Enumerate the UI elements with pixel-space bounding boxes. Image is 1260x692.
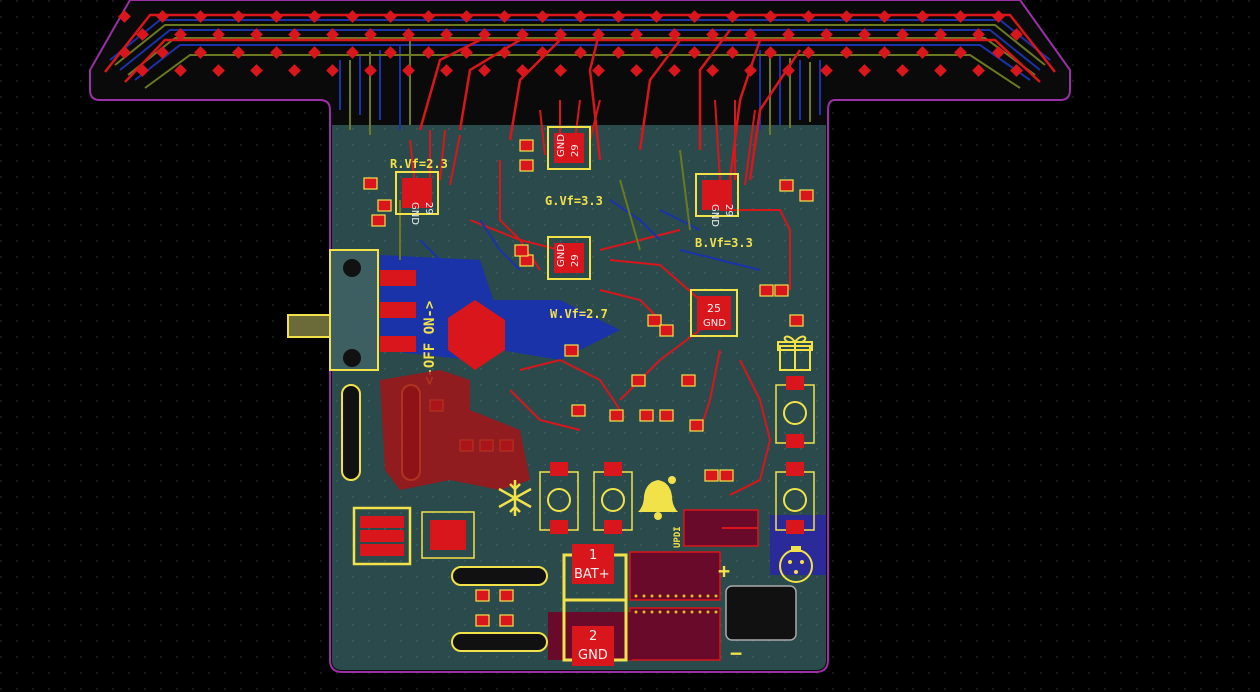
smd-pad xyxy=(609,409,624,422)
smd-pad xyxy=(774,284,789,297)
minus-label: − xyxy=(730,641,742,665)
smd-pad xyxy=(475,589,490,602)
chip-u-mcu[interactable]: 25 GND xyxy=(690,289,738,337)
smd-pad xyxy=(704,469,719,482)
battery-pad2-name: GND xyxy=(578,648,608,663)
chip-pin-count: 29 xyxy=(423,202,434,215)
smd-pad xyxy=(681,374,696,387)
smd-pad xyxy=(519,254,534,267)
smd-pad xyxy=(689,419,704,432)
smd-pad xyxy=(514,244,529,257)
smd-pad xyxy=(659,409,674,422)
smd-pad xyxy=(519,159,534,172)
smd-pad xyxy=(363,177,378,190)
smd-pad xyxy=(759,284,774,297)
chip-pin-count: 29 xyxy=(570,254,581,267)
smd-pad xyxy=(377,199,392,212)
smd-pad xyxy=(719,469,734,482)
updi-label: UPDI xyxy=(673,526,683,548)
label-white-vf: W.Vf=2.7 xyxy=(550,307,608,321)
chip-pin-label: GND xyxy=(709,204,720,227)
chip-u-green[interactable]: GND 29 xyxy=(547,126,591,170)
chip-u-white[interactable]: GND 29 xyxy=(547,236,591,280)
battery-pad1-number: 1 xyxy=(589,548,597,563)
label-blue-vf: B.Vf=3.3 xyxy=(695,236,753,250)
battery-pad1-name: BAT+ xyxy=(574,567,610,582)
label-green-vf: G.Vf=3.3 xyxy=(545,194,603,208)
smd-pad xyxy=(779,179,794,192)
plus-label: + xyxy=(718,559,730,583)
smd-pad xyxy=(564,344,579,357)
chip-pin-label: GND xyxy=(556,244,567,267)
smd-pad xyxy=(475,614,490,627)
smd-pad xyxy=(789,314,804,327)
chip-pin-label: GND xyxy=(409,202,420,225)
chip-pin-count: 29 xyxy=(570,144,581,157)
battery-pad2-number: 2 xyxy=(589,629,597,644)
chip-pin-label: GND xyxy=(703,318,726,329)
smd-pad xyxy=(639,409,654,422)
smd-pad xyxy=(571,404,586,417)
label-red-vf: R.Vf=2.3 xyxy=(390,157,448,171)
updi-pad[interactable] xyxy=(683,509,759,547)
connector-left[interactable] xyxy=(352,506,412,566)
smd-pad xyxy=(631,374,646,387)
smd-pad xyxy=(659,324,674,337)
battery-pad-large[interactable] xyxy=(725,585,797,641)
smd-pad xyxy=(799,189,814,202)
chip-pin-count: 25 xyxy=(707,302,721,315)
smd-pad xyxy=(371,214,386,227)
pcb-layout-view[interactable]: GND 29 GND 29 GND 29 GND 29 25 GND R.Vf=… xyxy=(0,0,1260,692)
smd-pad xyxy=(519,139,534,152)
smd-pad xyxy=(499,614,514,627)
smd-pad xyxy=(499,589,514,602)
chip-pin-count: 29 xyxy=(723,204,734,217)
chip-pin-label: GND xyxy=(556,134,567,157)
smd-pad xyxy=(647,314,662,327)
